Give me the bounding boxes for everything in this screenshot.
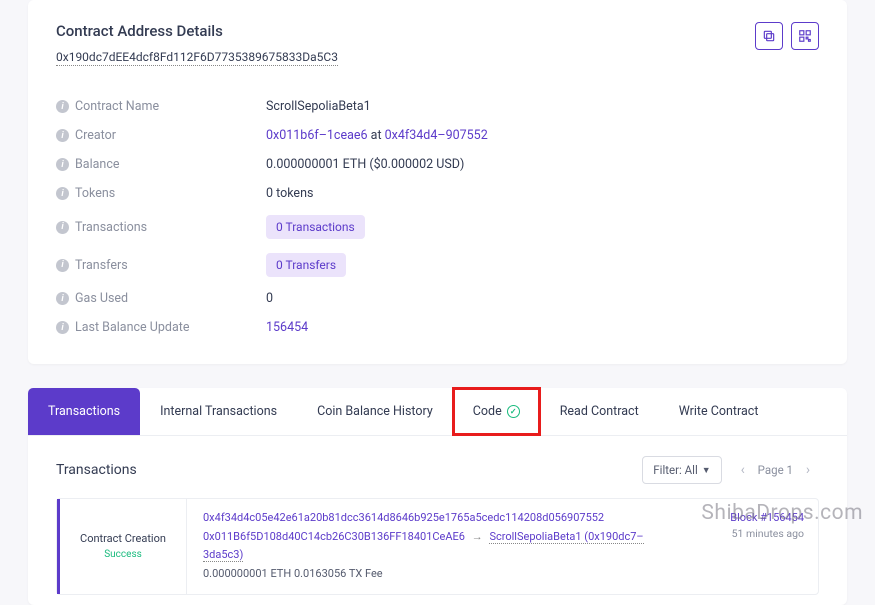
transactions-title: Transactions bbox=[56, 462, 137, 478]
prev-page-button[interactable]: ‹ bbox=[732, 459, 754, 481]
tx-block-link[interactable]: Block #156454 bbox=[712, 511, 804, 524]
contract-address[interactable]: 0x190dc7dEE4dcf8Fd112F6D7735389675833Da5… bbox=[56, 50, 338, 66]
label-balance: iBalance bbox=[56, 157, 266, 172]
creator-address-link[interactable]: 0x011b6f–1ceae6 bbox=[266, 128, 368, 143]
verified-check-icon bbox=[507, 405, 520, 418]
tx-type: Contract Creation bbox=[80, 532, 166, 545]
value-contract-name: ScrollSepoliaBeta1 bbox=[266, 99, 371, 114]
next-page-button[interactable]: › bbox=[797, 459, 819, 481]
tx-fee: 0.000000001 ETH 0.0163056 TX Fee bbox=[203, 565, 682, 584]
contract-details-card: Contract Address Details 0x190dc7dEE4dcf… bbox=[28, 0, 847, 364]
tab-transactions[interactable]: Transactions bbox=[28, 388, 140, 435]
value-gas-used: 0 bbox=[266, 291, 273, 306]
chevron-down-icon: ▼ bbox=[702, 465, 711, 476]
tab-coin-balance-history[interactable]: Coin Balance History bbox=[297, 388, 453, 435]
info-icon: i bbox=[56, 259, 69, 272]
label-transfers: iTransfers bbox=[56, 258, 266, 273]
label-transactions: iTransactions bbox=[56, 220, 266, 235]
label-gas-used: iGas Used bbox=[56, 291, 266, 306]
info-icon: i bbox=[56, 321, 69, 334]
info-icon: i bbox=[56, 158, 69, 171]
transactions-badge[interactable]: 0 Transactions bbox=[266, 215, 365, 239]
qr-button[interactable] bbox=[791, 22, 819, 50]
tx-time: 51 minutes ago bbox=[712, 527, 804, 540]
page-title: Contract Address Details bbox=[56, 22, 338, 40]
tx-hash-link[interactable]: 0x4f34d4c05e42e61a20b81dcc3614d8646b925e… bbox=[203, 511, 604, 524]
arrow-icon: → bbox=[472, 530, 483, 543]
transaction-row: Contract Creation Success 0x4f34d4c05e42… bbox=[56, 498, 819, 595]
copy-button[interactable] bbox=[755, 22, 783, 50]
info-icon: i bbox=[56, 187, 69, 200]
tab-write-contract[interactable]: Write Contract bbox=[659, 388, 779, 435]
page-label: Page 1 bbox=[758, 463, 793, 477]
tab-code[interactable]: Code bbox=[453, 388, 540, 435]
creator-tx-link[interactable]: 0x4f34d4–907552 bbox=[385, 128, 488, 143]
filter-button[interactable]: Filter: All ▼ bbox=[642, 456, 721, 484]
value-tokens: 0 tokens bbox=[266, 186, 313, 201]
value-creator: 0x011b6f–1ceae6 at 0x4f34d4–907552 bbox=[266, 128, 488, 143]
label-tokens: iTokens bbox=[56, 186, 266, 201]
last-balance-link[interactable]: 156454 bbox=[266, 320, 308, 335]
info-icon: i bbox=[56, 221, 69, 234]
transfers-badge[interactable]: 0 Transfers bbox=[266, 253, 346, 277]
value-balance: 0.000000001 ETH ($0.000002 USD) bbox=[266, 157, 464, 172]
info-icon: i bbox=[56, 100, 69, 113]
label-last-balance: iLast Balance Update bbox=[56, 320, 266, 335]
tx-status: Success bbox=[104, 549, 142, 560]
label-contract-name: iContract Name bbox=[56, 99, 266, 114]
label-creator: iCreator bbox=[56, 128, 266, 143]
tabs-panel: Transactions Internal Transactions Coin … bbox=[28, 388, 847, 605]
tab-read-contract[interactable]: Read Contract bbox=[540, 388, 659, 435]
info-icon: i bbox=[56, 129, 69, 142]
tx-from-link[interactable]: 0x011B6f5D108d40C14cb26C30B136FF18401CeA… bbox=[203, 530, 465, 543]
info-icon: i bbox=[56, 292, 69, 305]
tab-internal-transactions[interactable]: Internal Transactions bbox=[140, 388, 297, 435]
